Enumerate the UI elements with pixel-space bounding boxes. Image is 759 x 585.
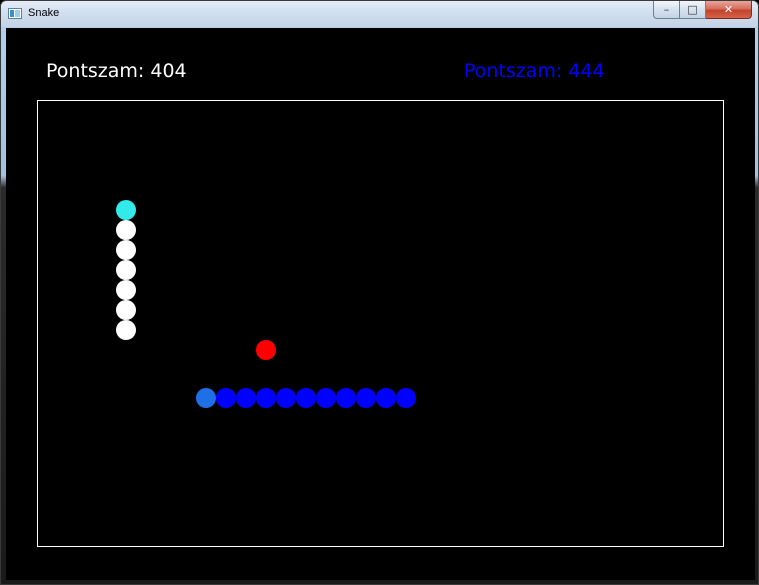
title-bar[interactable]: Snake – □ ✕ — [1, 1, 758, 27]
snake1-segment — [116, 320, 136, 340]
snake2-segment — [376, 388, 396, 408]
snake2-head — [196, 388, 216, 408]
snake1-segment — [116, 220, 136, 240]
snake2-segment — [256, 388, 276, 408]
snake1-segment — [116, 240, 136, 260]
snake2-segment — [236, 388, 256, 408]
snake2-segment — [216, 388, 236, 408]
app-icon — [8, 8, 22, 19]
close-icon: ✕ — [723, 3, 734, 16]
snake1-segment — [116, 300, 136, 320]
minimize-button[interactable]: – — [653, 1, 680, 19]
snake2-segment — [316, 388, 336, 408]
snake1-head — [116, 200, 136, 220]
game-canvas[interactable]: Pontszam: 404 Pontszam: 444 — [6, 28, 755, 580]
window-controls: – □ ✕ — [653, 1, 752, 21]
snake2-segment — [396, 388, 416, 408]
close-button[interactable]: ✕ — [706, 1, 752, 19]
player2-score: Pontszam: 444 — [464, 60, 605, 82]
app-window: Snake – □ ✕ Pontszam: 404 Pontszam: 444 — [0, 0, 759, 585]
minimize-icon: – — [663, 3, 670, 16]
maximize-icon: □ — [687, 3, 698, 16]
snake1-segment — [116, 280, 136, 300]
snake2-segment — [296, 388, 316, 408]
snake2-segment — [336, 388, 356, 408]
snake2-segment — [276, 388, 296, 408]
snake2-segment — [356, 388, 376, 408]
snake1-segment — [116, 260, 136, 280]
game-arena — [37, 100, 724, 547]
maximize-button[interactable]: □ — [680, 1, 706, 19]
window-title: Snake — [28, 7, 60, 19]
player1-score: Pontszam: 404 — [46, 60, 187, 82]
food — [256, 340, 276, 360]
